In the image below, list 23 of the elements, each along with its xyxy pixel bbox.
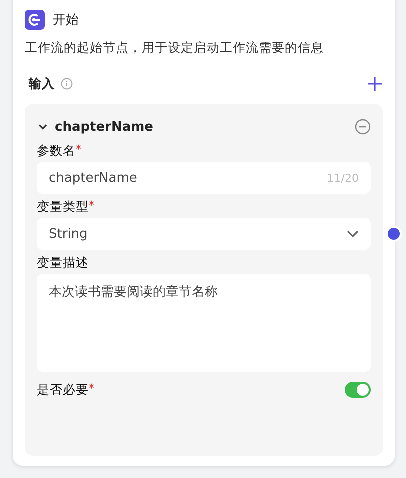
plus-icon [368,77,382,91]
section-label: 输入 [29,76,55,92]
node-title: 开始 [53,12,79,29]
character-count: 11/20 [327,172,359,184]
required-mark: * [89,382,94,394]
toggle-switch[interactable] [345,382,371,398]
connection-handle[interactable] [386,226,402,242]
field-label: 变量描述 [37,255,90,272]
required-mark: * [76,143,82,156]
description-textarea[interactable]: 本次读书需要阅读的章节名称 [37,274,371,372]
required-mark: * [89,199,94,212]
chevron-down-icon [347,230,359,238]
add-button[interactable] [366,75,384,93]
type-dropdown[interactable]: String [37,218,371,250]
field-label: 参数名* [37,143,82,160]
node-description: 工作流的起始节点，用于设定启动工作流需要的信息 [25,40,325,57]
field-label: 是否必要* [37,382,94,398]
input-field[interactable]: chapterName 11/20 [37,162,371,194]
start-node-icon [25,10,45,30]
remove-icon[interactable] [355,119,371,135]
chevron-icon[interactable] [38,122,48,132]
parameter-name: chapterName [55,120,154,134]
field-label: 变量类型* [37,199,96,216]
